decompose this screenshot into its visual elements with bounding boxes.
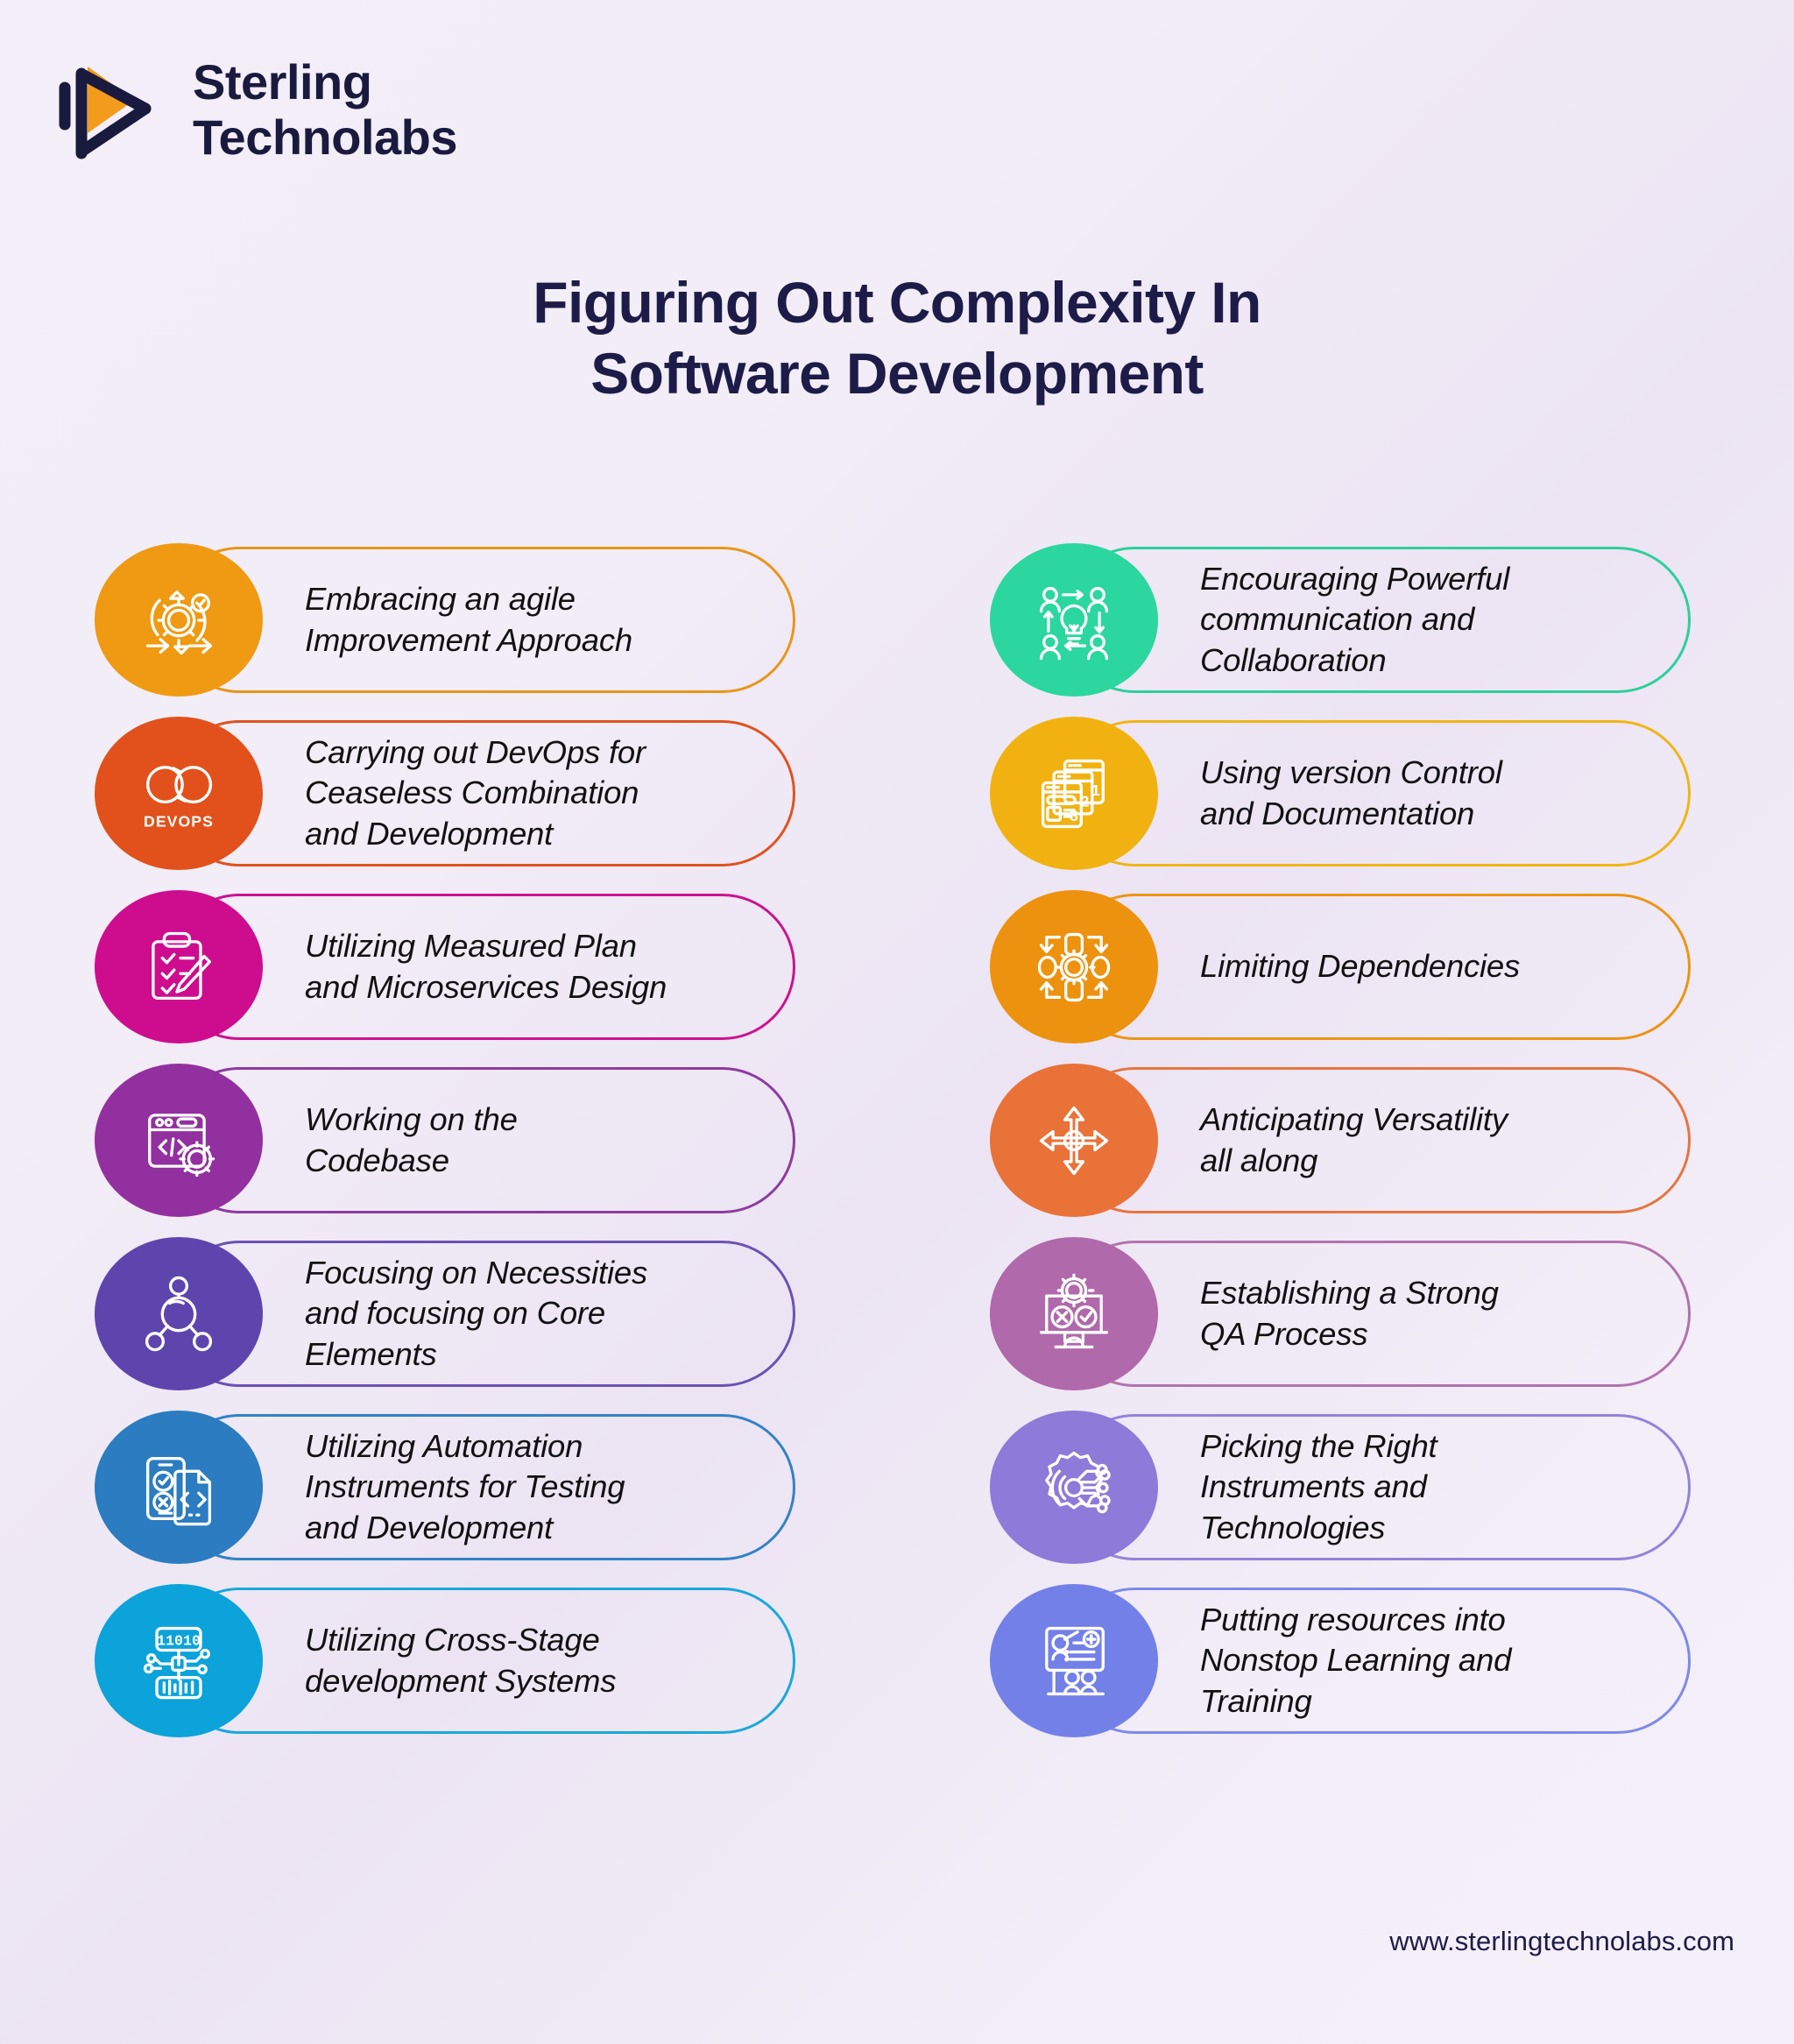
list-item-right-3[interactable]: Limiting Dependencies — [990, 890, 1691, 1043]
item-label: Limiting Dependencies — [1200, 948, 1521, 985]
page-title: Figuring Out Complexity In Software Deve… — [533, 270, 1261, 406]
brand-name: Sterling Technolabs — [193, 53, 458, 165]
item-label: Establishing a Strong QA Process — [1200, 1275, 1499, 1352]
gear-circuit-nodes-icon — [990, 1411, 1158, 1564]
stacked-versions-windows-icon: 1 2 3 — [990, 717, 1158, 870]
devops-infinity-icon: DEVOPS — [95, 717, 263, 870]
code-window-gear-icon — [95, 1064, 263, 1217]
list-item-left-7[interactable]: 11010 Utilizing Cross-Stage development … — [95, 1584, 795, 1737]
clipboard-checklist-pencil-icon — [95, 890, 263, 1043]
items-columns: Embracing an agile Improvement Approach … — [0, 543, 1794, 1737]
left-column: Embracing an agile Improvement Approach … — [95, 543, 795, 1737]
item-label: Using version Control and Documentation — [1200, 754, 1502, 831]
list-item-right-2[interactable]: 1 2 3 Using version Control and Documenta… — [990, 717, 1691, 870]
item-label: Encouraging Powerful communication and C… — [1200, 560, 1510, 678]
item-label: Utilizing Measured Plan and Microservice… — [305, 928, 667, 1005]
right-column: Encouraging Powerful communication and C… — [990, 543, 1691, 1737]
item-label: Carrying out DevOps for Ceaseless Combin… — [305, 733, 646, 852]
svg-text:DEVOPS: DEVOPS — [144, 812, 214, 830]
brand-logo-block: Sterling Technolabs — [54, 51, 458, 169]
dependency-loop-gear-icon — [990, 890, 1158, 1043]
item-label: Picking the Right Instruments and Techno… — [1200, 1427, 1437, 1545]
mobile-test-code-icon — [95, 1411, 263, 1564]
list-item-right-4[interactable]: Anticipating Versatility all along — [990, 1064, 1691, 1217]
play-chevron-logo-icon — [54, 51, 168, 169]
training-presentation-icon — [990, 1584, 1158, 1737]
list-item-left-1[interactable]: Embracing an agile Improvement Approach — [95, 543, 795, 697]
list-item-left-5[interactable]: Focusing on Necessities and focusing on … — [95, 1237, 795, 1390]
list-item-left-3[interactable]: Utilizing Measured Plan and Microservice… — [95, 890, 795, 1043]
item-label: Embracing an agile Improvement Approach — [305, 581, 633, 658]
list-item-right-5[interactable]: Establishing a Strong QA Process — [990, 1237, 1691, 1390]
item-label: Anticipating Versatility all along — [1200, 1101, 1508, 1178]
item-label: Working on the Codebase — [305, 1101, 518, 1178]
item-label: Putting resources into Nonstop Learning … — [1200, 1601, 1512, 1719]
item-label: Focusing on Necessities and focusing on … — [305, 1254, 648, 1372]
list-item-left-4[interactable]: Working on the Codebase — [95, 1064, 795, 1217]
svg-text:11010: 11010 — [157, 1632, 201, 1649]
svg-text:3: 3 — [1070, 807, 1078, 824]
four-direction-arrows-icon — [990, 1064, 1158, 1217]
list-item-left-2[interactable]: DEVOPS Carrying out DevOps for Ceaseless … — [95, 717, 795, 870]
team-lightbulb-collaboration-icon — [990, 543, 1158, 697]
node-network-icon — [95, 1237, 263, 1390]
list-item-right-6[interactable]: Picking the Right Instruments and Techno… — [990, 1411, 1691, 1564]
list-item-right-7[interactable]: Putting resources into Nonstop Learning … — [990, 1584, 1691, 1737]
binary-circuit-board-icon: 11010 — [95, 1584, 263, 1737]
website-url: www.sterlingtechnolabs.com — [1389, 1926, 1734, 1956]
monitor-qa-gear-icon — [990, 1237, 1158, 1390]
item-label: Utilizing Automation Instruments for Tes… — [305, 1427, 625, 1545]
agile-cycle-gear-icon — [95, 543, 263, 697]
list-item-left-6[interactable]: Utilizing Automation Instruments for Tes… — [95, 1411, 795, 1564]
item-label: Utilizing Cross-Stage development System… — [305, 1622, 617, 1699]
list-item-right-1[interactable]: Encouraging Powerful communication and C… — [990, 543, 1691, 697]
